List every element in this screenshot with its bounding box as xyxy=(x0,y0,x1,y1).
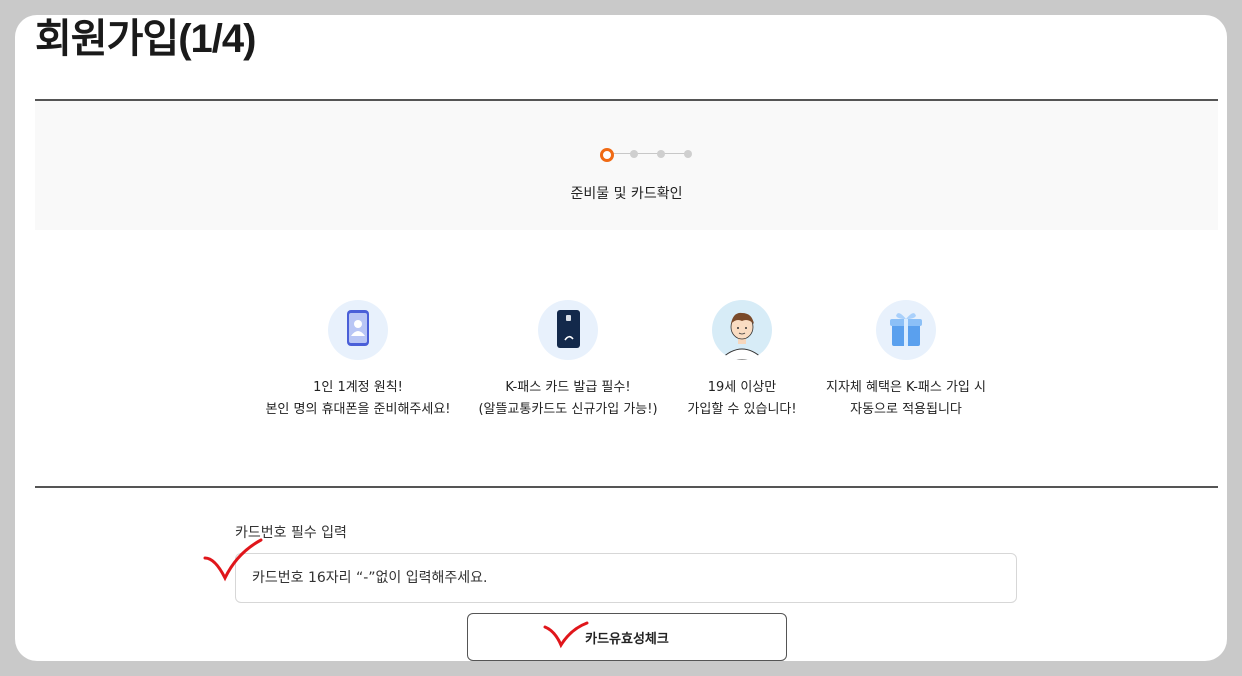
feature-text: 1인 1계정 원칙! 본인 명의 휴대폰을 준비해주세요! xyxy=(265,380,451,417)
feature-one-account: 1인 1계정 원칙! 본인 명의 휴대폰을 준비해주세요! xyxy=(243,300,473,421)
card-number-input[interactable] xyxy=(235,553,1017,603)
step-connector-line xyxy=(613,153,691,154)
middle-divider xyxy=(35,486,1218,488)
step-dot-2 xyxy=(630,150,638,158)
gift-box-icon xyxy=(876,300,936,360)
smartphone-person-icon xyxy=(328,300,388,360)
step-dot-4 xyxy=(684,150,692,158)
card-validity-check-button[interactable]: 카드유효성체크 xyxy=(467,613,787,661)
feature-local-benefits: 지자체 혜택은 K-패스 가입 시 자동으로 적용됩니다 xyxy=(791,300,1021,421)
page-title: 회원가입(1/4) xyxy=(35,17,256,61)
current-step-label: 준비물 및 카드확인 xyxy=(570,186,683,202)
feature-text: 지자체 혜택은 K-패스 가입 시 자동으로 적용됩니다 xyxy=(826,380,986,417)
step-dot-3 xyxy=(657,150,665,158)
person-avatar-icon xyxy=(712,300,772,360)
step-indicator xyxy=(35,147,1218,162)
progress-stepper: 준비물 및 카드확인 xyxy=(35,101,1218,230)
transit-card-icon xyxy=(538,300,598,360)
card-number-label: 카드번호 필수 입력 xyxy=(235,525,347,541)
step-dot-1 xyxy=(600,148,614,162)
signup-card: 회원가입(1/4) 준비물 및 카드확인 1인 1계정 원칙! 본인 명의 휴대… xyxy=(15,15,1227,661)
